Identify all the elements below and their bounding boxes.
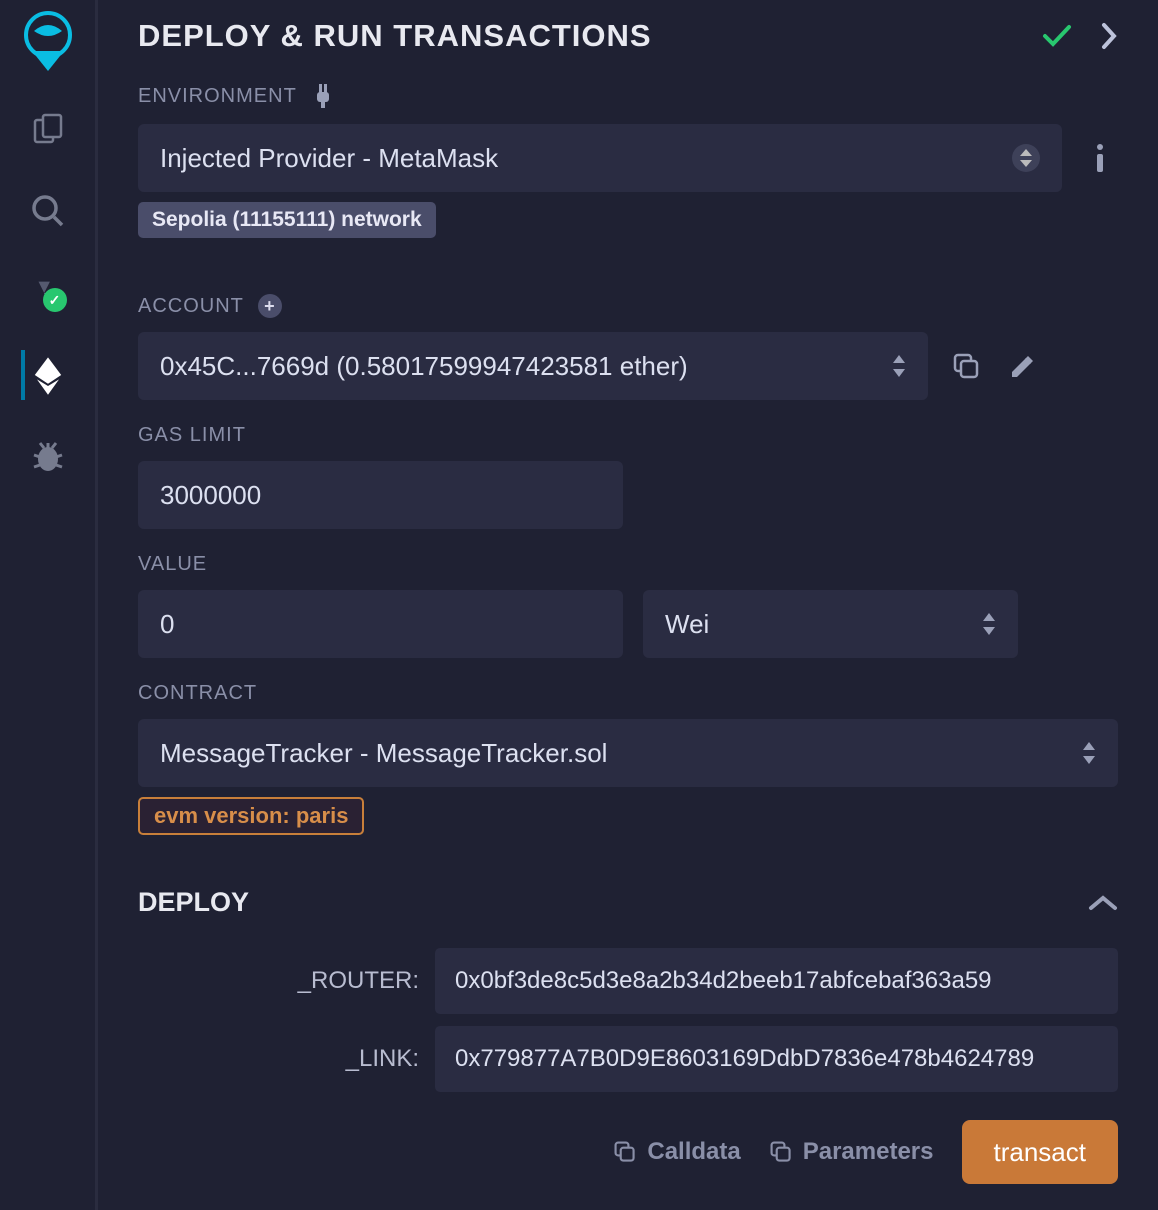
copy-account-icon[interactable] (948, 348, 984, 384)
environment-selected-text: Injected Provider - MetaMask (160, 143, 498, 174)
value-unit-select[interactable]: Wei (643, 590, 1018, 658)
add-account-button[interactable]: + (258, 294, 282, 318)
contract-selected-text: MessageTracker - MessageTracker.sol (160, 738, 607, 769)
updown-icon (1012, 144, 1040, 172)
param-input-link[interactable] (435, 1026, 1118, 1092)
search-icon[interactable] (23, 186, 73, 236)
parameters-button[interactable]: Parameters (769, 1138, 934, 1166)
contract-label: CONTRACT (138, 682, 257, 705)
compile-success-badge: ✓ (43, 288, 67, 312)
account-label: ACCOUNT (138, 295, 244, 318)
check-icon (1042, 24, 1072, 48)
sidebar: ✓ (0, 0, 98, 1210)
plug-icon (311, 82, 335, 110)
page-title: DEPLOY & RUN TRANSACTIONS (138, 18, 652, 54)
transact-button[interactable]: transact (962, 1120, 1119, 1184)
deploy-title: DEPLOY (138, 887, 249, 918)
file-explorer-icon[interactable] (23, 104, 73, 154)
calldata-button[interactable]: Calldata (613, 1138, 740, 1166)
solidity-compiler-icon[interactable]: ✓ (23, 268, 73, 318)
param-input-router[interactable] (435, 948, 1118, 1014)
chevron-right-icon[interactable] (1100, 22, 1118, 50)
gas-limit-input[interactable] (138, 461, 623, 529)
edit-account-icon[interactable] (1004, 348, 1040, 384)
chevron-up-icon[interactable] (1088, 894, 1118, 912)
account-select[interactable]: 0x45C...7669d (0.58017599947423581 ether… (138, 332, 928, 400)
info-icon[interactable] (1082, 140, 1118, 176)
evm-version-chip: evm version: paris (138, 797, 364, 835)
value-input[interactable] (138, 590, 623, 658)
updown-icon (892, 355, 906, 377)
remix-logo[interactable] (18, 12, 78, 72)
account-selected-text: 0x45C...7669d (0.58017599947423581 ether… (160, 351, 688, 382)
deploy-run-icon[interactable] (21, 350, 71, 400)
gas-limit-label: GAS LIMIT (138, 424, 246, 447)
updown-icon (982, 613, 996, 635)
value-label: VALUE (138, 553, 207, 576)
environment-label: ENVIRONMENT (138, 85, 297, 108)
updown-icon (1082, 742, 1096, 764)
network-chip: Sepolia (11155111) network (138, 202, 436, 238)
value-unit-text: Wei (665, 609, 709, 640)
main-panel: DEPLOY & RUN TRANSACTIONS ENVIRONMENT In… (98, 0, 1158, 1210)
param-label-link: _LINK: (138, 1045, 423, 1073)
environment-select[interactable]: Injected Provider - MetaMask (138, 124, 1062, 192)
debugger-icon[interactable] (23, 432, 73, 482)
param-label-router: _ROUTER: (138, 967, 423, 995)
contract-select[interactable]: MessageTracker - MessageTracker.sol (138, 719, 1118, 787)
